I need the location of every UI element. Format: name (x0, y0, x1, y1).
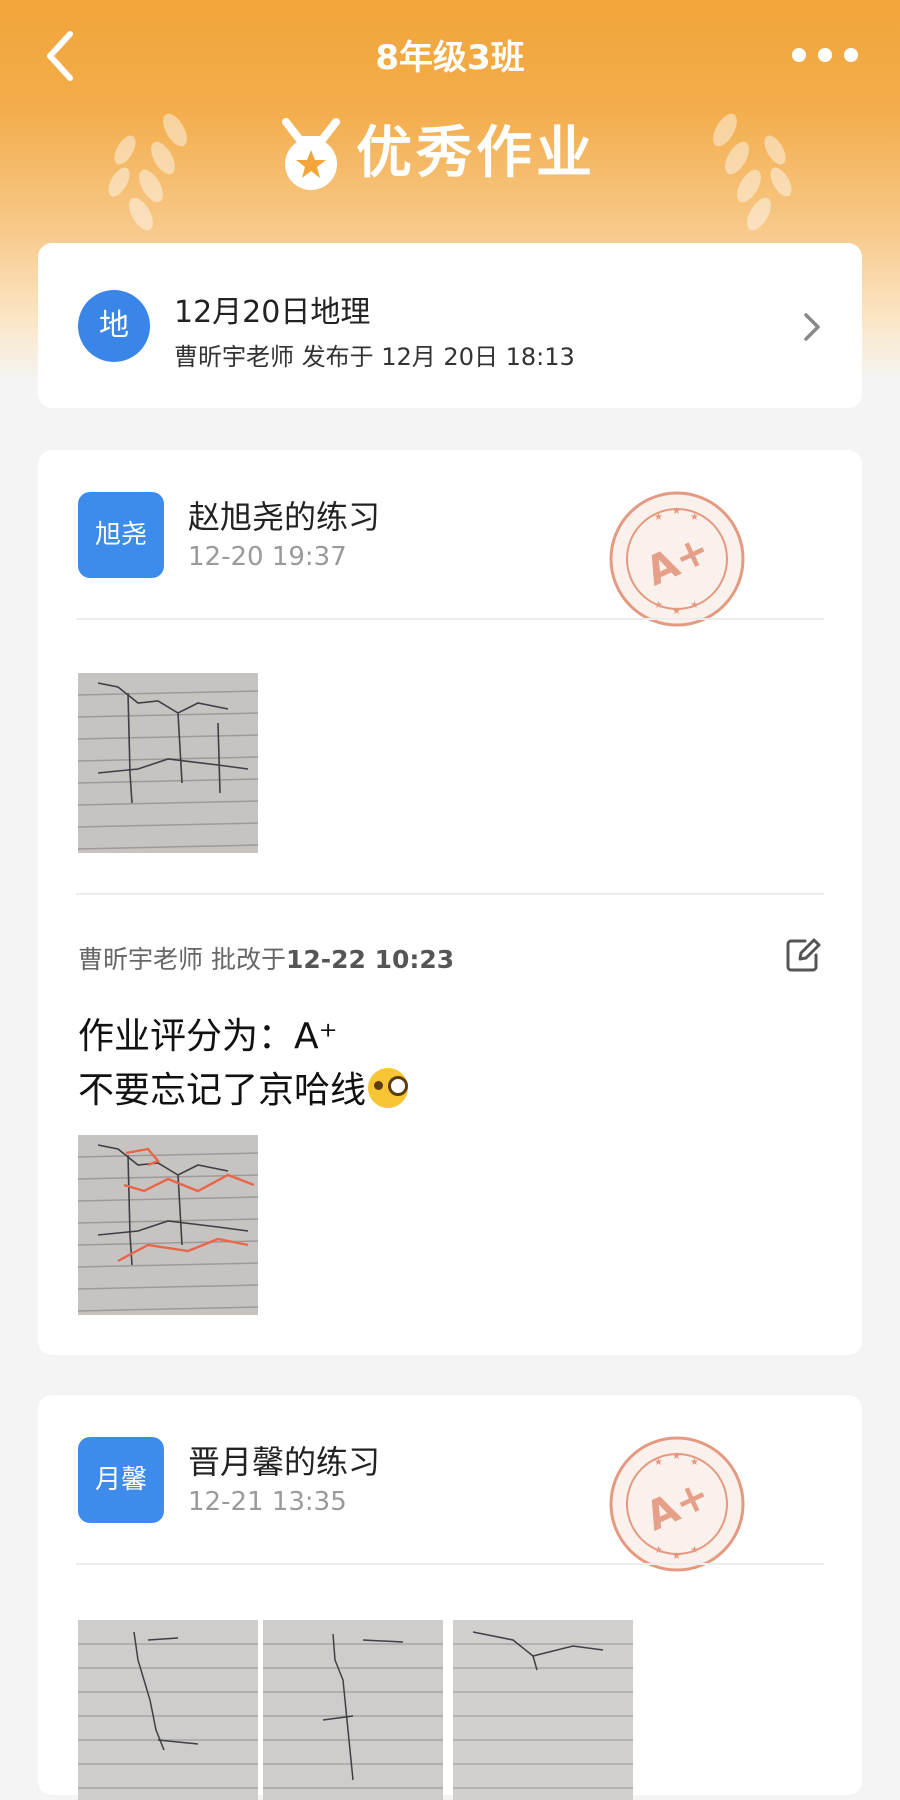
corrected-homework-photo[interactable] (78, 1135, 258, 1315)
wheat-left-decoration (108, 113, 187, 231)
notebook-photo-image (78, 673, 258, 853)
review-time: 12-22 10:23 (285, 945, 455, 974)
svg-text:★: ★ (672, 1551, 681, 1562)
homework-photo[interactable] (453, 1620, 633, 1800)
notebook-photo-image (263, 1620, 443, 1800)
student-exercise-title: 晋月馨的练习 (188, 1443, 381, 1481)
submission-card: 月馨 晋月馨的练习 12-21 13:35 ★ ★ ★ ★ ★ ★ A+ (38, 1395, 862, 1800)
homework-photo[interactable] (78, 1620, 258, 1800)
submission-card: 旭尧 赵旭尧的练习 12-20 19:37 ★ ★ ★ ★ ★ ★ A+ 曹昕宇老师 批改… (38, 450, 862, 1355)
divider (76, 893, 824, 895)
edit-icon (786, 938, 821, 972)
more-dot (818, 48, 832, 62)
review-info: 曹昕宇老师 批改于12-22 10:23 (78, 940, 454, 976)
svg-text:★: ★ (672, 606, 681, 617)
excellent-homework-banner: 优秀作业 (270, 114, 640, 194)
student-avatar: 旭尧 (78, 492, 164, 578)
svg-text:★: ★ (654, 512, 663, 523)
notebook-photo-image (78, 1620, 258, 1800)
edit-review-button[interactable] (783, 935, 823, 975)
svg-text:★: ★ (654, 1457, 663, 1468)
svg-text:★: ★ (690, 512, 699, 523)
homework-photo[interactable] (263, 1620, 443, 1800)
more-dot (844, 48, 858, 62)
divider (76, 1563, 824, 1565)
remark-text: 不要忘记了京哈线 (78, 1070, 367, 1111)
banner-title: 优秀作业 (356, 121, 596, 186)
remark-comment: 不要忘记了京哈线 (78, 1064, 409, 1118)
svg-text:★: ★ (654, 1545, 663, 1556)
svg-text:★: ★ (672, 506, 681, 517)
monocle-emoji-icon (368, 1068, 409, 1108)
top-navigation-bar: 8年级3班 (0, 0, 900, 112)
homework-photo[interactable] (78, 673, 258, 853)
medal-icon (282, 118, 340, 190)
wheat-right-decoration (713, 113, 792, 231)
student-avatar: 月馨 (78, 1437, 164, 1523)
svg-text:★: ★ (672, 1451, 681, 1462)
homework-card[interactable]: 地 12月20日地理 曹昕宇老师 发布于 12月 20日 18:13 (38, 243, 862, 408)
svg-text:★: ★ (654, 600, 663, 611)
chevron-right-icon (804, 313, 820, 341)
more-button[interactable] (790, 40, 866, 70)
homework-publish-info: 曹昕宇老师 发布于 12月 20日 18:13 (174, 343, 575, 371)
submission-time: 12-20 19:37 (188, 542, 347, 572)
grade-comment: 作业评分为：A⁺ (78, 1016, 338, 1057)
svg-text:★: ★ (690, 600, 699, 611)
more-dots-icon (792, 48, 806, 62)
page-title: 8年级3班 (375, 38, 525, 78)
grade-stamp-icon: ★★★★★★ A+ (609, 1436, 745, 1572)
divider (76, 618, 824, 620)
homework-title: 12月20日地理 (174, 295, 371, 330)
review-comment: 作业评分为：A⁺ 不要忘记了京哈线 (78, 1010, 409, 1118)
grade-stamp-icon: ★★★★★★ A+ (609, 491, 745, 627)
corrected-photo-image (78, 1135, 258, 1315)
subject-badge: 地 (78, 290, 150, 362)
reviewer-text: 曹昕宇老师 批改于 (78, 945, 286, 974)
student-exercise-title: 赵旭尧的练习 (188, 498, 381, 536)
notebook-photo-image (453, 1620, 633, 1800)
svg-text:★: ★ (690, 1457, 699, 1468)
svg-text:★: ★ (690, 1545, 699, 1556)
submission-time: 12-21 13:35 (188, 1487, 347, 1517)
